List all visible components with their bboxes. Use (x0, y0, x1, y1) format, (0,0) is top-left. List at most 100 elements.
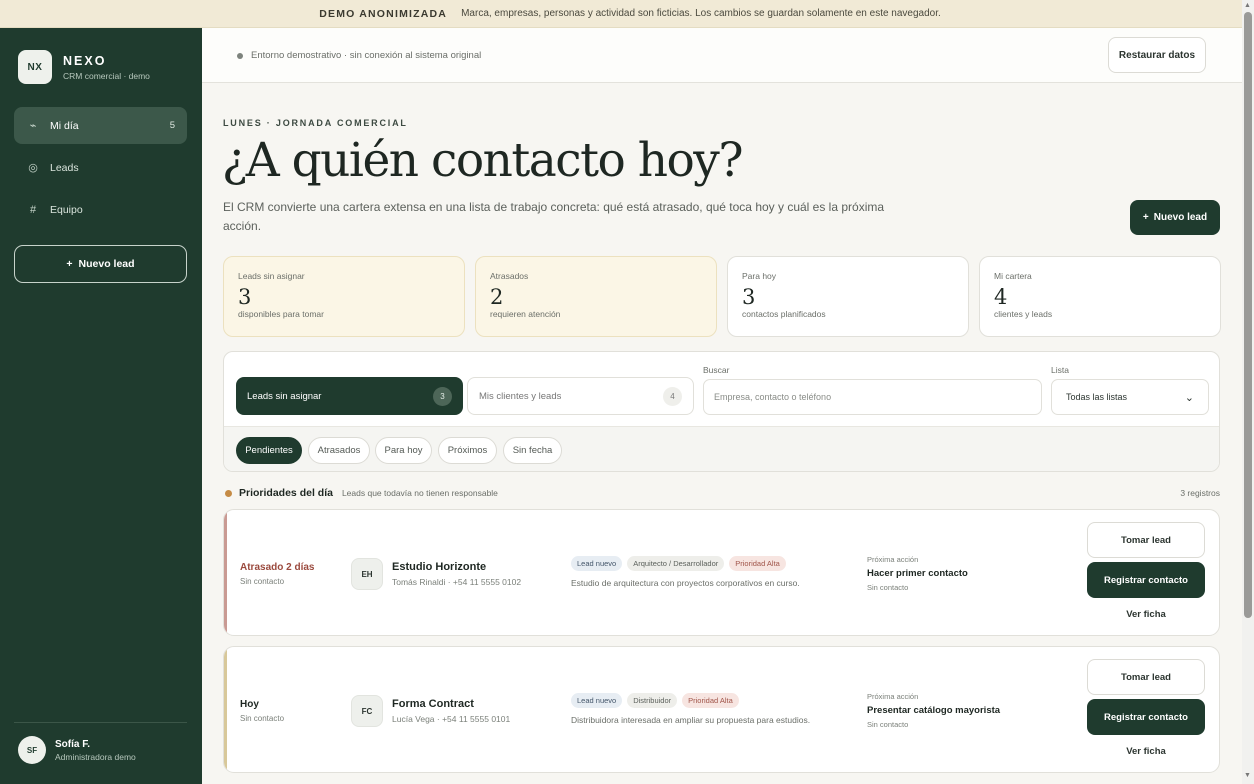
stat-card-unassigned[interactable]: Leads sin asignar 3 disponibles para tom… (223, 256, 465, 337)
chip-sin-fecha[interactable]: Sin fecha (503, 437, 562, 464)
priorities-subtitle: Leads que todavía no tienen responsable (341, 488, 498, 498)
next-action-label: Próxima acción (867, 692, 919, 701)
lead-status: Atrasado 2 días (240, 562, 315, 573)
sidebar-item-count: 5 (169, 120, 175, 131)
filters-panel: Leads sin asignar 3 Mis clientes y leads… (223, 351, 1220, 472)
lead-description: Estudio de arquitectura con proyectos co… (571, 578, 800, 588)
lead-status-sub: Sin contacto (240, 714, 285, 723)
stat-subtitle: disponibles para tomar (238, 309, 324, 319)
chip-atrasados[interactable]: Atrasados (308, 437, 370, 464)
scroll-up-arrow-icon[interactable]: ▲ (1244, 2, 1251, 9)
user-role: Administradora demo (55, 751, 136, 762)
lead-description: Distribuidora interesada en ampliar su p… (571, 715, 811, 725)
sidebar-divider (14, 722, 187, 723)
next-action-value: Presentar catálogo mayorista (867, 705, 1001, 716)
sidebar-item-label: Leads (50, 161, 79, 174)
chevron-down-icon: ⌄ (1184, 391, 1194, 404)
next-action-sub: Sin contacto (867, 583, 909, 592)
target-icon: ◎ (28, 162, 38, 174)
search-label: Buscar (703, 365, 730, 375)
stat-value: 2 (490, 285, 504, 309)
chip-pendientes[interactable]: Pendientes (236, 437, 302, 464)
avatar: SF (18, 736, 46, 764)
scrollbar-thumb[interactable] (1244, 12, 1252, 618)
brand-name: NEXO (63, 53, 107, 68)
tag-segment: Arquitecto / Desarrollador (627, 556, 725, 571)
tag-priority: Prioridad Alta (682, 693, 739, 708)
company-name: Estudio Horizonte (392, 561, 487, 573)
stat-value: 4 (994, 285, 1008, 309)
plus-icon: + (1142, 212, 1149, 223)
stat-label: Leads sin asignar (238, 271, 305, 281)
demo-banner-text: Marca, empresas, personas y actividad so… (461, 8, 941, 19)
user-profile[interactable]: SF Sofía F. Administradora demo (18, 736, 136, 764)
chip-proximos[interactable]: Próximos (438, 437, 497, 464)
topbar: Entorno demostrativo · sin conexión al s… (202, 28, 1242, 83)
status-dot-icon (237, 52, 243, 59)
page-eyebrow: LUNES · JORNADA COMERCIAL (223, 118, 408, 128)
tag-stage: Lead nuevo (571, 556, 623, 571)
stat-card-overdue[interactable]: Atrasados 2 requieren atención (475, 256, 717, 337)
register-contact-button[interactable]: Registrar contacto (1087, 699, 1205, 735)
brand: NX NEXO CRM comercial · demo (18, 50, 150, 84)
next-action-value: Hacer primer contacto (867, 568, 968, 579)
lead-card: Hoy Sin contacto FC Forma Contract Lucía… (223, 646, 1220, 773)
brand-subtitle: CRM comercial · demo (63, 70, 150, 81)
stat-value: 3 (742, 285, 756, 309)
next-action-label: Próxima acción (867, 555, 919, 564)
stat-subtitle: contactos planificados (742, 309, 826, 319)
segment-count-badge: 4 (663, 386, 682, 406)
sun-horizon-icon: ⌁ (29, 120, 37, 132)
demo-banner-tag: DEMO ANONIMIZADA (319, 7, 448, 20)
segment-count-badge: 3 (433, 386, 452, 406)
status-chips: Pendientes Atrasados Para hoy Próximos S… (224, 426, 1219, 471)
sidebar-item-equipo[interactable]: # Equipo (14, 191, 187, 228)
sidebar-nav: ⌁ Mi día 5 ◎ Leads # Equipo (14, 107, 187, 233)
company-initials: EH (351, 558, 383, 590)
scroll-down-arrow-icon[interactable]: ▼ (1244, 772, 1251, 779)
lead-tags: Lead nuevo Arquitecto / Desarrollador Pr… (571, 556, 786, 571)
search-input[interactable]: Empresa, contacto o teléfono (703, 379, 1042, 415)
segment-my-clients[interactable]: Mis clientes y leads 4 (467, 377, 694, 415)
segment-unassigned-leads[interactable]: Leads sin asignar 3 (236, 377, 463, 415)
lead-card-edge (224, 647, 227, 772)
list-label: Lista (1051, 365, 1069, 375)
lead-card: Atrasado 2 días Sin contacto EH Estudio … (223, 509, 1220, 636)
page-intro: El CRM convierte una cartera extensa en … (223, 200, 885, 233)
sidebar-item-leads[interactable]: ◎ Leads (14, 149, 187, 186)
priorities-count: 3 registros (1180, 488, 1220, 498)
priorities-header: Prioridades del día Leads que todavía no… (225, 487, 1220, 499)
stat-subtitle: clientes y leads (994, 309, 1053, 319)
sidebar: NX NEXO CRM comercial · demo ⌁ Mi día 5 … (0, 28, 202, 784)
stat-card-portfolio[interactable]: Mi cartera 4 clientes y leads (979, 256, 1221, 337)
grid-icon: # (29, 203, 37, 216)
company-contact: Lucía Vega · +54 11 5555 0101 (392, 714, 511, 724)
stat-label: Para hoy (742, 271, 777, 281)
list-select-value: Todas las listas (1066, 392, 1128, 402)
sidebar-new-lead-button[interactable]: + Nuevo lead (14, 245, 187, 283)
tag-priority: Prioridad Alta (729, 556, 786, 571)
chip-para-hoy[interactable]: Para hoy (375, 437, 432, 464)
segment-label: Leads sin asignar (247, 390, 322, 402)
scrollbar[interactable]: ▲ ▼ (1242, 0, 1254, 784)
new-lead-button[interactable]: + Nuevo lead (1130, 200, 1220, 235)
register-contact-button[interactable]: Registrar contacto (1087, 562, 1205, 598)
take-lead-button[interactable]: Tomar lead (1087, 522, 1205, 558)
new-lead-label: Nuevo lead (1153, 212, 1208, 223)
sidebar-new-lead-label: Nuevo lead (78, 258, 135, 270)
stat-card-today[interactable]: Para hoy 3 contactos planificados (727, 256, 969, 337)
user-name: Sofía F. (55, 738, 91, 750)
restore-data-button[interactable]: Restaurar datos (1108, 37, 1206, 73)
view-record-link[interactable]: Ver ficha (1087, 739, 1205, 763)
company-name: Forma Contract (392, 698, 474, 710)
list-select[interactable]: Todas las listas ⌄ (1051, 379, 1209, 415)
sidebar-item-mi-dia[interactable]: ⌁ Mi día 5 (14, 107, 187, 144)
brand-logo: NX (18, 50, 52, 84)
priorities-title: Prioridades del día (239, 487, 333, 499)
view-record-link[interactable]: Ver ficha (1087, 602, 1205, 626)
lead-card-edge (224, 510, 227, 635)
environment-status: Entorno demostrativo · sin conexión al s… (237, 50, 481, 61)
stat-label: Mi cartera (994, 271, 1032, 281)
stat-label: Atrasados (490, 271, 529, 281)
take-lead-button[interactable]: Tomar lead (1087, 659, 1205, 695)
